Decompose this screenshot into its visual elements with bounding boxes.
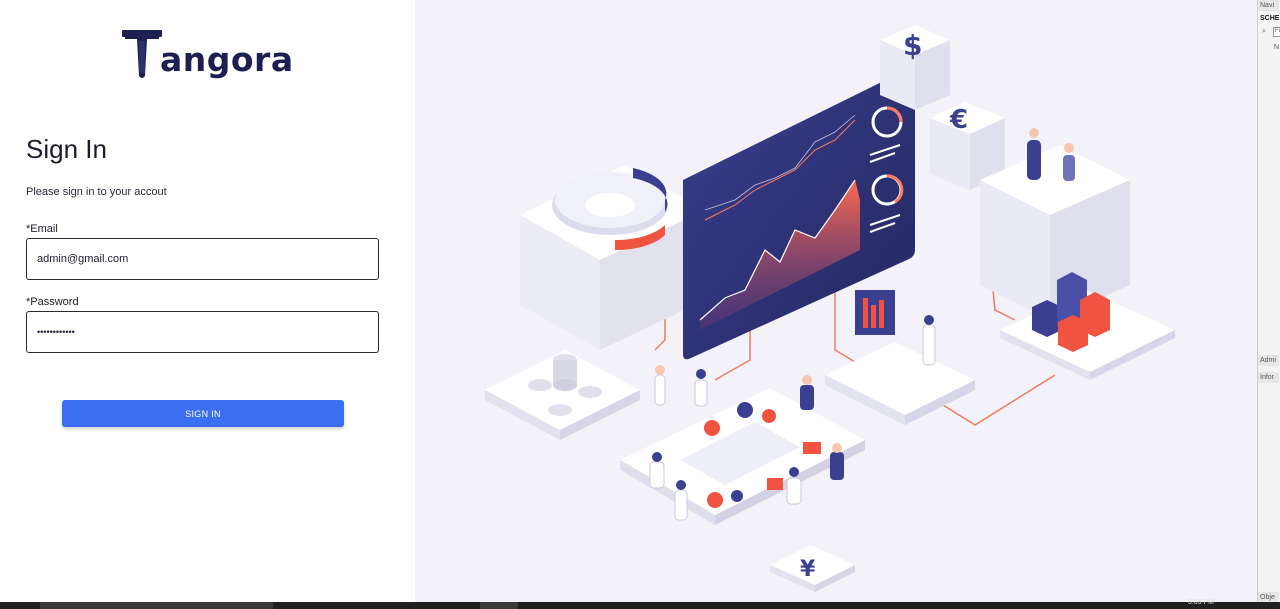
squeegee-t-icon [122,30,162,78]
pie-block [520,165,705,350]
page-title: Sign In [26,134,107,164]
filter-placeholder: Fi [1275,28,1280,34]
conference-table [620,365,865,525]
filter-input[interactable]: Fi [1273,27,1280,37]
finance-illustration: $ € ¥ [415,0,1257,602]
page-subtitle: Please sign in to your accout [26,186,167,198]
login-panel: angora Sign In Please sign in to your ac… [0,0,415,602]
email-label: *Email [26,223,58,235]
yen-icon: ¥ [800,557,816,582]
navigator-header[interactable]: Navi [1258,0,1279,11]
isometric-finance-scene: $ € ¥ [485,25,1175,592]
password-label: *Password [26,296,79,308]
search-icon: ⌕ [1262,28,1266,35]
tangora-logo: angora [122,28,294,80]
email-field[interactable] [26,238,379,280]
dollar-icon: $ [903,29,922,62]
schema-item[interactable]: N [1274,44,1279,51]
signin-button[interactable]: SIGN IN [62,400,344,427]
coins-block [485,350,640,440]
information-header[interactable]: Infor [1258,372,1279,383]
object-info-tab[interactable]: Obje [1258,592,1279,602]
taskbar-search[interactable] [40,602,273,609]
password-field[interactable] [26,311,379,353]
administration-header[interactable]: Admi [1258,355,1279,366]
side-panel: Navi SCHE ⌕ Fi N Admi Infor Obje [1257,0,1280,602]
logo-text: angora [160,40,294,79]
taskbar-clock[interactable]: 3:05 PM [1188,599,1214,606]
schema-label: SCHE [1260,15,1280,22]
taskbar-active-app[interactable] [480,602,518,609]
yen-tile: ¥ [770,545,855,592]
euro-icon: € [949,105,968,135]
taskbar: 3:05 PM [0,599,1280,609]
